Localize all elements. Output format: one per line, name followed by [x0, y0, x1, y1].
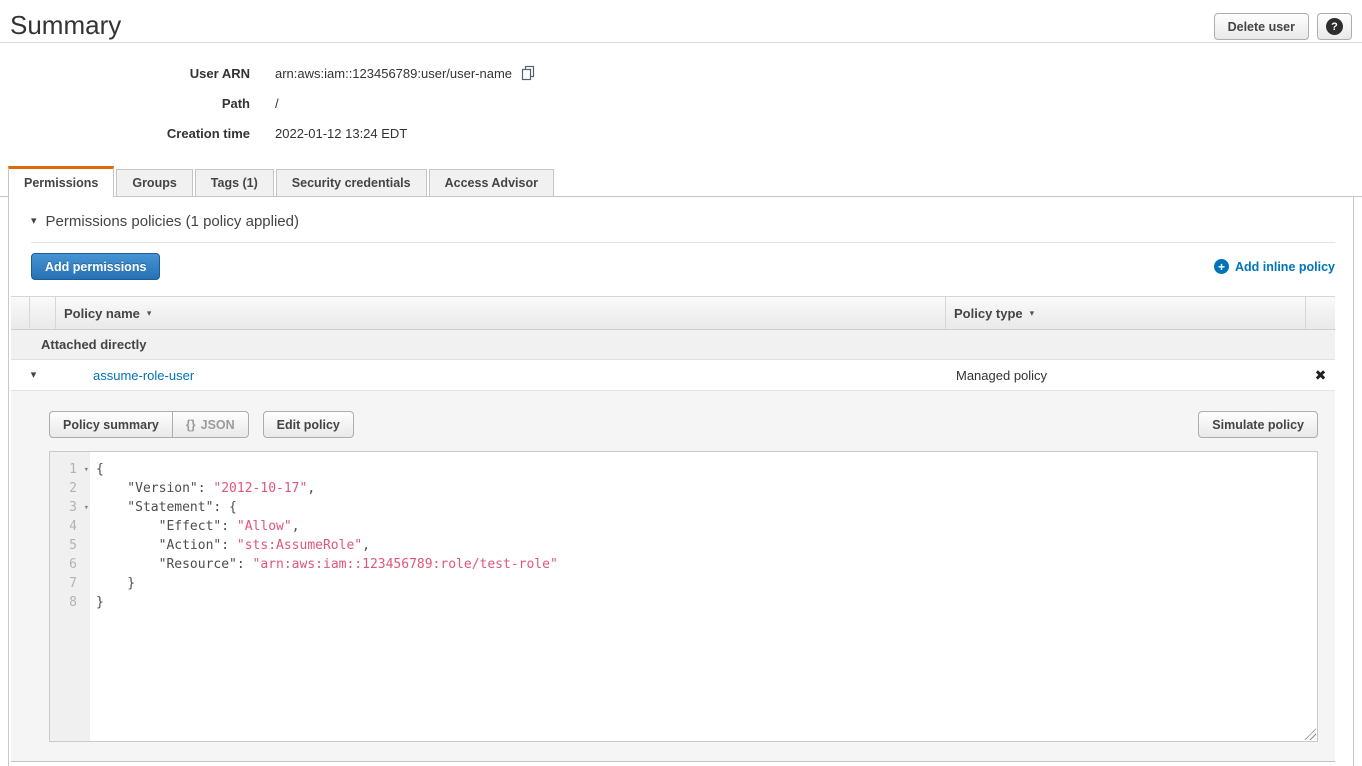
simulate-policy-button[interactable]: Simulate policy	[1198, 411, 1318, 438]
line-number: 6	[50, 555, 90, 574]
policy-json-editor[interactable]: 1▾23▾45678 { "Version": "2012-10-17", "S…	[49, 451, 1318, 742]
policy-type-cell: Managed policy	[946, 368, 1306, 383]
field-row: Path /	[0, 96, 1362, 111]
edit-policy-button[interactable]: Edit policy	[263, 411, 354, 438]
add-inline-policy-link[interactable]: + Add inline policy	[1214, 259, 1335, 274]
collapse-caret-icon: ▾	[31, 216, 37, 227]
permissions-policies-section-toggle[interactable]: ▾ Permissions policies (1 policy applied…	[9, 197, 1353, 242]
permissions-tab-panel: ▾ Permissions policies (1 policy applied…	[8, 197, 1354, 766]
row-expand-toggle[interactable]: ▾	[11, 370, 56, 381]
code-line: "Statement": {	[96, 498, 1317, 517]
sort-caret-icon: ▾	[147, 308, 152, 319]
field-value: 2022-01-12 13:24 EDT	[275, 126, 407, 141]
line-number: 7	[50, 574, 90, 593]
field-label: Creation time	[0, 126, 250, 141]
policy-type-header-label: Policy type	[954, 306, 1023, 321]
policy-type-column-header[interactable]: Policy type ▾	[946, 297, 1306, 329]
table-header-row: Policy name ▾ Policy type ▾	[11, 296, 1335, 330]
code-line: "Action": "sts:AssumeRole",	[96, 536, 1317, 555]
editor-resize-handle[interactable]	[1304, 728, 1316, 740]
user-summary-fields: User ARN arn:aws:iam::123456789:user/user…	[0, 43, 1362, 160]
json-braces-icon: {}	[186, 418, 196, 432]
field-label: User ARN	[0, 66, 250, 81]
policy-detail-toolbar: Policy summary {} JSON Edit policy Simul…	[49, 411, 1318, 438]
attached-policies-table: Policy name ▾ Policy type ▾ Attached dir…	[11, 296, 1335, 762]
editor-code-area[interactable]: { "Version": "2012-10-17", "Statement": …	[90, 452, 1317, 741]
group-row-label: Attached directly	[41, 337, 146, 352]
policy-name-column-header[interactable]: Policy name ▾	[56, 297, 946, 329]
tab-permissions[interactable]: Permissions	[8, 166, 114, 197]
tab-groups[interactable]: Groups	[116, 169, 192, 196]
expand-caret-icon: ▾	[31, 370, 37, 381]
delete-user-button[interactable]: Delete user	[1214, 13, 1309, 40]
field-value-text: 2022-01-12 13:24 EDT	[275, 126, 407, 141]
header-actions: Delete user ?	[1214, 10, 1352, 40]
field-value: arn:aws:iam::123456789:user/user-name	[275, 65, 536, 81]
line-number: 5	[50, 536, 90, 555]
code-line: "Effect": "Allow",	[96, 517, 1317, 536]
copy-icon[interactable]	[520, 65, 536, 81]
field-row: Creation time 2022-01-12 13:24 EDT	[0, 126, 1362, 141]
tab-tags-1[interactable]: Tags (1)	[195, 169, 274, 196]
line-number: 2	[50, 479, 90, 498]
json-button-label: JSON	[201, 418, 235, 432]
policy-table-row: ▾ assume-role-user Managed policy ✖	[11, 360, 1335, 391]
tab-bar: PermissionsGroupsTags (1)Security creden…	[0, 166, 1362, 197]
editor-line-number-gutter: 1▾23▾45678	[50, 452, 90, 741]
sort-caret-icon: ▾	[1030, 308, 1035, 319]
code-line: "Version": "2012-10-17",	[96, 479, 1317, 498]
section-heading: Permissions policies (1 policy applied)	[46, 213, 299, 230]
policy-name-cell: assume-role-user	[56, 368, 946, 383]
remove-policy-cell: ✖	[1306, 368, 1335, 382]
code-line: "Resource": "arn:aws:iam::123456789:role…	[96, 555, 1317, 574]
add-inline-policy-label: Add inline policy	[1235, 260, 1335, 274]
tab-access-advisor[interactable]: Access Advisor	[429, 169, 554, 196]
code-line: }	[96, 574, 1317, 593]
policy-detail-panel: Policy summary {} JSON Edit policy Simul…	[11, 391, 1335, 762]
field-label: Path	[0, 96, 250, 111]
policy-name-link[interactable]: assume-role-user	[93, 368, 194, 383]
tab-security-credentials[interactable]: Security credentials	[276, 169, 427, 196]
code-line: }	[96, 593, 1317, 612]
policy-view-toggle-group: Policy summary {} JSON	[49, 411, 249, 438]
fold-caret-icon[interactable]: ▾	[84, 499, 89, 518]
page-header: Summary Delete user ?	[0, 0, 1362, 43]
policy-summary-button[interactable]: Policy summary	[49, 411, 172, 438]
line-number: 3▾	[50, 498, 90, 517]
code-line: {	[96, 460, 1317, 479]
page-title: Summary	[10, 10, 121, 41]
fold-caret-icon[interactable]: ▾	[84, 461, 89, 480]
line-number: 4	[50, 517, 90, 536]
permissions-toolbar: Add permissions + Add inline policy	[9, 243, 1353, 292]
add-permissions-button[interactable]: Add permissions	[31, 253, 160, 280]
field-value: /	[275, 96, 279, 111]
line-number: 1▾	[50, 460, 90, 479]
help-button[interactable]: ?	[1317, 13, 1352, 40]
plus-circle-icon: +	[1214, 259, 1229, 274]
policy-name-header-label: Policy name	[64, 306, 140, 321]
select-column-header	[30, 297, 56, 329]
expand-column-header	[11, 297, 30, 329]
field-value-text: /	[275, 96, 279, 111]
field-value-text: arn:aws:iam::123456789:user/user-name	[275, 66, 512, 81]
remove-policy-icon[interactable]: ✖	[1315, 368, 1327, 382]
question-mark-icon: ?	[1326, 18, 1343, 35]
json-view-button[interactable]: {} JSON	[172, 411, 249, 438]
attached-directly-group-row: Attached directly	[11, 330, 1335, 360]
field-row: User ARN arn:aws:iam::123456789:user/user…	[0, 65, 1362, 81]
line-number: 8	[50, 593, 90, 612]
remove-column-header	[1306, 297, 1335, 329]
